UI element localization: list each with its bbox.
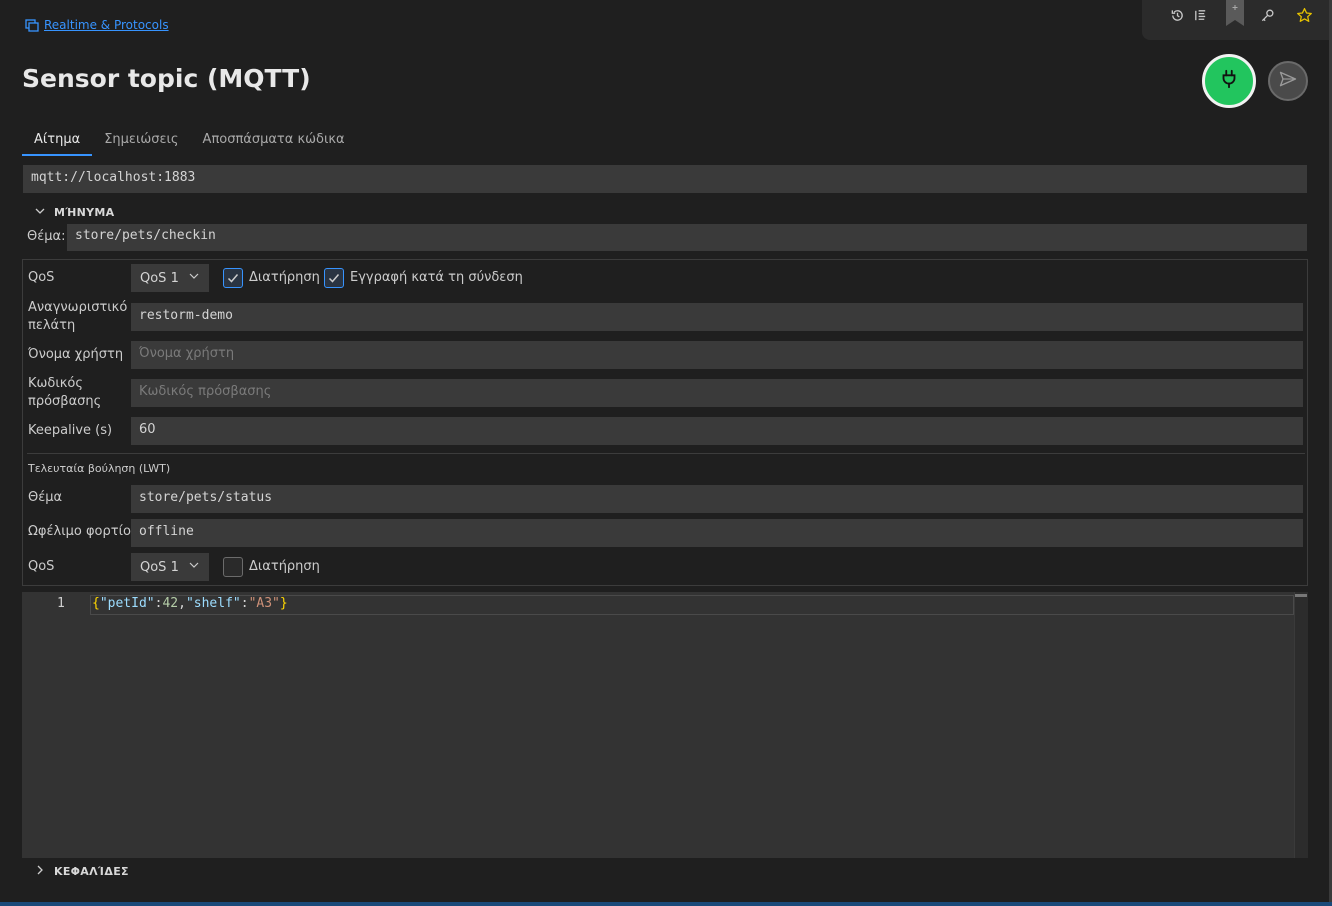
qos-select-value: QoS 1: [140, 270, 179, 286]
qos-select[interactable]: QoS 1: [131, 264, 209, 292]
breadcrumb: Realtime & Protocols: [24, 17, 169, 33]
keepalive-label: Keepalive (s): [28, 423, 113, 438]
tab-bar: Αίτημα Σημειώσεις Αποσπάσματα κώδικα: [22, 128, 357, 156]
tab-notes[interactable]: Σημειώσεις: [92, 128, 190, 156]
subscribe-on-connect-checkbox[interactable]: [324, 268, 344, 288]
page-title: Sensor topic (MQTT): [22, 64, 311, 93]
scroll-marker: [1295, 594, 1307, 597]
bookmark-icon[interactable]: [1226, 0, 1244, 26]
password-input[interactable]: Κωδικός πρόσβασης: [131, 379, 1303, 407]
editor-scrollbar[interactable]: [1294, 592, 1308, 858]
url-input[interactable]: mqtt://localhost:1883: [23, 165, 1307, 193]
status-bar-edge: [0, 902, 1332, 906]
star-icon[interactable]: [1293, 4, 1315, 26]
tab-request[interactable]: Αίτημα: [22, 128, 93, 156]
token: :: [240, 596, 249, 611]
lwt-payload-input[interactable]: offline: [131, 519, 1303, 547]
plug-icon: [1218, 68, 1240, 94]
message-section-label: ΜΉΝΥΜΑ: [54, 206, 115, 219]
line-number: 1: [57, 596, 65, 611]
send-button[interactable]: [1268, 61, 1308, 101]
lwt-qos-label: QoS: [28, 559, 55, 574]
lwt-title: Τελευταία βούληση (LWT): [28, 462, 171, 475]
list-icon[interactable]: [1189, 4, 1211, 26]
token: ,: [178, 596, 186, 611]
token: 42: [162, 596, 179, 611]
keepalive-input[interactable]: 60: [131, 417, 1303, 445]
username-label: Όνομα χρήστη: [28, 347, 124, 362]
connect-button[interactable]: [1202, 54, 1256, 108]
headers-section-label: ΚΕΦΑΛΊΔΕΣ: [54, 865, 129, 878]
chevron-right-icon: [34, 864, 46, 879]
token: "petId": [99, 596, 155, 611]
key-icon[interactable]: [1256, 4, 1278, 26]
retain-label: Διατήρηση: [249, 270, 320, 285]
token: "shelf": [185, 596, 241, 611]
breadcrumb-link[interactable]: Realtime & Protocols: [44, 18, 169, 32]
retain-checkbox[interactable]: [223, 268, 243, 288]
token: "A3": [248, 596, 280, 611]
lwt-topic-input[interactable]: store/pets/status: [131, 485, 1303, 513]
lwt-topic-label: Θέμα: [28, 490, 63, 505]
headers-section-toggle[interactable]: ΚΕΦΑΛΊΔΕΣ: [34, 864, 129, 879]
tab-code-snippets[interactable]: Αποσπάσματα κώδικα: [191, 128, 357, 156]
token: }: [279, 596, 288, 611]
connection-settings: QoS QoS 1 Διατήρηση Εγγραφή κατά τη σύνδ…: [22, 259, 1308, 586]
lwt-retain-checkbox[interactable]: [223, 557, 243, 577]
divider: [27, 453, 1305, 454]
chevron-down-icon: [34, 205, 46, 220]
subscribe-on-connect-label: Εγγραφή κατά τη σύνδεση: [350, 270, 523, 285]
code-line: {"petId":42,"shelf":"A3"}: [92, 596, 288, 611]
lwt-retain-label: Διατήρηση: [249, 559, 320, 574]
client-id-label: Αναγνωριστικό πελάτη: [28, 300, 128, 333]
collection-icon: [24, 17, 40, 33]
chevron-down-icon: [188, 559, 200, 575]
topic-input[interactable]: store/pets/checkin: [67, 224, 1307, 251]
message-section-toggle[interactable]: ΜΉΝΥΜΑ: [34, 205, 114, 220]
token: {: [92, 596, 100, 611]
history-icon[interactable]: [1166, 4, 1188, 26]
client-id-input[interactable]: restorm-demo: [131, 303, 1303, 331]
lwt-payload-label: Ωφέλιμο φορτίο: [28, 524, 131, 539]
topic-label: Θέμα:: [27, 229, 66, 244]
chevron-down-icon: [188, 270, 200, 286]
lwt-qos-select[interactable]: QoS 1: [131, 553, 209, 581]
username-input[interactable]: Όνομα χρήστη: [131, 341, 1303, 369]
send-icon: [1278, 69, 1298, 93]
payload-editor[interactable]: 1 {"petId":42,"shelf":"A3"}: [22, 592, 1308, 858]
qos-label: QoS: [28, 270, 55, 285]
lwt-qos-select-value: QoS 1: [140, 559, 179, 575]
password-label: Κωδικός πρόσβασης: [28, 376, 102, 409]
top-toolbar: [1142, 0, 1332, 40]
